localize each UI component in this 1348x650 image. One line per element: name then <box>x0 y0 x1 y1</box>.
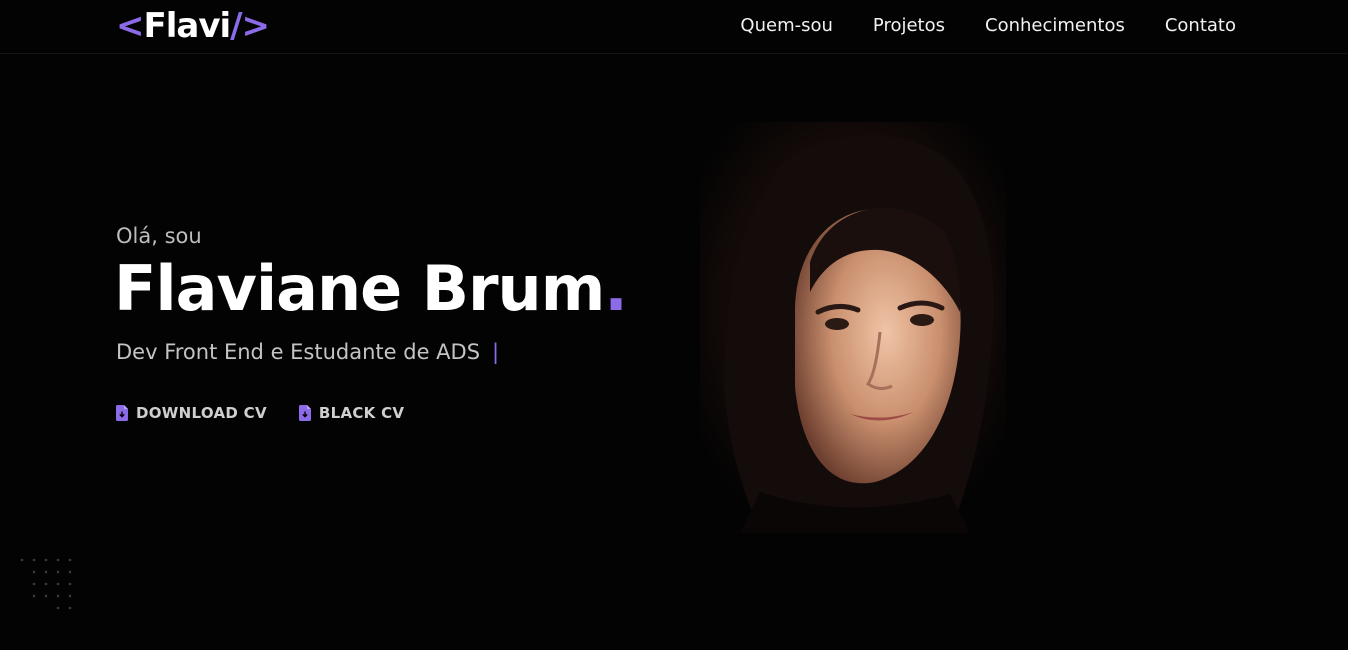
hero-role: Dev Front End e Estudante de ADS | <box>116 340 499 364</box>
main-nav: Quem-sou Projetos Conhecimentos Contato <box>740 14 1236 38</box>
black-cv-button[interactable]: BLACK CV <box>298 404 405 422</box>
nav-link-conhecimentos[interactable]: Conhecimentos <box>985 14 1125 38</box>
logo-name: Flavi <box>143 6 232 46</box>
download-cv-label: DOWNLOAD CV <box>136 404 267 422</box>
logo[interactable]: <Flavi/> <box>116 6 270 46</box>
hero-name: Flaviane Brum. <box>114 252 628 325</box>
black-cv-label: BLACK CV <box>318 404 405 422</box>
nav-link-projetos[interactable]: Projetos <box>873 14 945 38</box>
logo-close-bracket: /> <box>230 6 270 46</box>
profile-photo <box>700 122 1006 533</box>
hero-name-text: Flaviane Brum <box>114 252 605 325</box>
hero-name-dot: . <box>604 252 628 325</box>
cv-links: DOWNLOAD CV BLACK CV <box>116 404 404 422</box>
site-header: <Flavi/> Quem-sou Projetos Conhecimentos… <box>0 0 1348 54</box>
download-cv-button[interactable]: DOWNLOAD CV <box>116 404 267 422</box>
typing-caret: | <box>492 340 500 364</box>
logo-open-bracket: < <box>116 6 144 46</box>
nav-link-quem-sou[interactable]: Quem-sou <box>740 14 832 38</box>
hero-role-text: Dev Front End e Estudante de ADS <box>116 340 481 364</box>
hero-greeting: Olá, sou <box>116 224 202 248</box>
decorative-dot-grid <box>20 558 72 610</box>
file-download-icon <box>116 405 128 421</box>
nav-link-contato[interactable]: Contato <box>1165 14 1236 38</box>
file-download-icon <box>298 405 311 421</box>
